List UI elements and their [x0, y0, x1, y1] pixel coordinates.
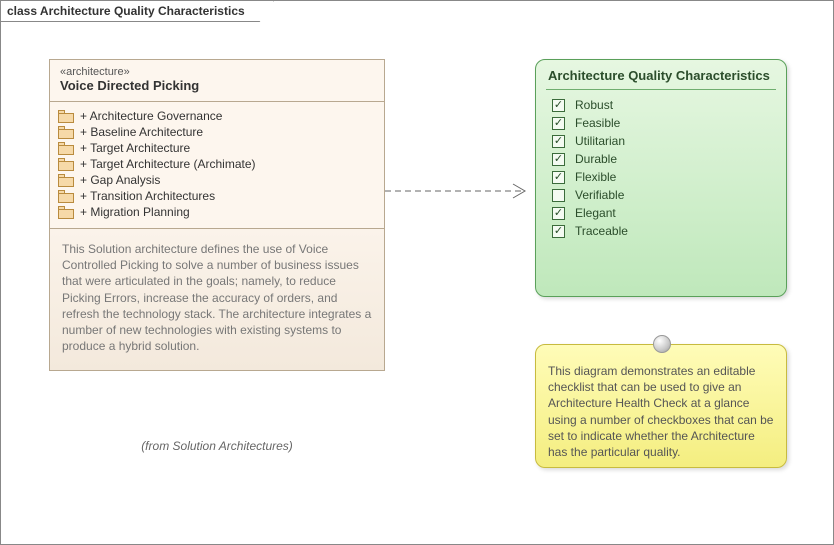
member-label: + Target Architecture (Archimate)	[80, 157, 256, 171]
member-row[interactable]: + Transition Architectures	[54, 188, 380, 204]
checklist-label: Utilitarian	[575, 134, 625, 148]
checklist-label: Verifiable	[575, 188, 624, 202]
checkbox[interactable]: ✓	[552, 99, 565, 112]
checklist-item[interactable]: ✓ Robust	[552, 96, 774, 114]
checklist-item[interactable]: ✓ Flexible	[552, 168, 774, 186]
checkbox[interactable]: ✓	[552, 117, 565, 130]
checklist-item[interactable]: ✓ Feasible	[552, 114, 774, 132]
package-icon	[58, 190, 74, 203]
quality-checklist-note[interactable]: Architecture Quality Characteristics ✓ R…	[535, 59, 787, 297]
from-label: (from Solution Architectures)	[49, 439, 385, 453]
member-label: + Transition Architectures	[80, 189, 215, 203]
member-row[interactable]: + Baseline Architecture	[54, 124, 380, 140]
diagram-title: class Architecture Quality Characteristi…	[1, 1, 274, 22]
package-icon	[58, 206, 74, 219]
checklist-item[interactable]: ✓ Traceable	[552, 222, 774, 240]
member-label: + Target Architecture	[80, 141, 190, 155]
package-icon	[58, 126, 74, 139]
checkbox[interactable]: ✓	[552, 153, 565, 166]
checklist-label: Feasible	[575, 116, 620, 130]
checklist-label: Traceable	[575, 224, 628, 238]
checkbox[interactable]: ✓	[552, 225, 565, 238]
member-label: + Gap Analysis	[80, 173, 160, 187]
checklist-items: ✓ Robust ✓ Feasible ✓ Utilitarian ✓ Dura…	[536, 96, 786, 250]
note-text: This diagram demonstrates an editable ch…	[548, 364, 773, 459]
member-row[interactable]: + Migration Planning	[54, 204, 380, 220]
architecture-element[interactable]: «architecture» Voice Directed Picking + …	[49, 59, 385, 371]
dependency-arrow	[385, 181, 535, 201]
checklist-item[interactable]: Verifiable	[552, 186, 774, 204]
member-row[interactable]: + Target Architecture	[54, 140, 380, 156]
checklist-label: Flexible	[575, 170, 616, 184]
package-icon	[58, 158, 74, 171]
checklist-item[interactable]: ✓ Utilitarian	[552, 132, 774, 150]
note-handle-icon[interactable]	[653, 335, 671, 353]
checklist-label: Elegant	[575, 206, 616, 220]
member-row[interactable]: + Architecture Governance	[54, 108, 380, 124]
member-label: + Baseline Architecture	[80, 125, 203, 139]
member-row[interactable]: + Target Architecture (Archimate)	[54, 156, 380, 172]
architecture-name: Voice Directed Picking	[60, 78, 374, 93]
checklist-item[interactable]: ✓ Elegant	[552, 204, 774, 222]
package-icon	[58, 174, 74, 187]
diagram-frame: class Architecture Quality Characteristi…	[0, 0, 834, 545]
checklist-label: Durable	[575, 152, 617, 166]
architecture-description: This Solution architecture defines the u…	[50, 229, 384, 370]
checkbox[interactable]	[552, 189, 565, 202]
member-label: + Migration Planning	[80, 205, 190, 219]
member-label: + Architecture Governance	[80, 109, 222, 123]
architecture-header: «architecture» Voice Directed Picking	[50, 60, 384, 102]
checkbox[interactable]: ✓	[552, 171, 565, 184]
checklist-title: Architecture Quality Characteristics	[536, 60, 786, 87]
checklist-item[interactable]: ✓ Durable	[552, 150, 774, 168]
checkbox[interactable]: ✓	[552, 135, 565, 148]
checkbox[interactable]: ✓	[552, 207, 565, 220]
package-icon	[58, 142, 74, 155]
divider	[546, 89, 776, 90]
member-row[interactable]: + Gap Analysis	[54, 172, 380, 188]
package-icon	[58, 110, 74, 123]
architecture-members: + Architecture Governance + Baseline Arc…	[50, 102, 384, 229]
stereotype-label: «architecture»	[60, 66, 374, 78]
description-note[interactable]: This diagram demonstrates an editable ch…	[535, 344, 787, 468]
checklist-label: Robust	[575, 98, 613, 112]
